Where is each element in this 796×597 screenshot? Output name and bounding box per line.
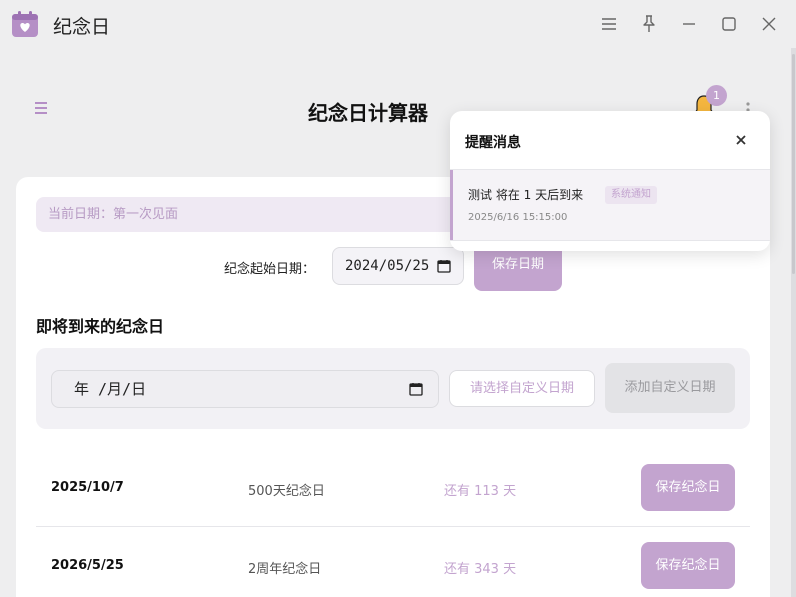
custom-date-value: 年 /月/日 <box>74 380 147 398</box>
notification-time: 2025/6/16 15:15:00 <box>468 212 568 223</box>
anniversary-row: 2026/5/25 2周年纪念日 还有 343 天 保存纪念日 <box>36 527 750 597</box>
close-icon <box>736 135 746 145</box>
save-anniversary-button[interactable]: 保存纪念日 <box>641 542 735 589</box>
pin-icon <box>643 15 655 32</box>
calendar-icon[interactable] <box>409 382 423 396</box>
start-date-input[interactable]: 2024/05/25 <box>332 247 464 285</box>
minimize-icon <box>683 23 695 25</box>
notification-popup: 提醒消息 测试 将在 1 天后到来 系统通知 2025/6/16 15:15:0… <box>450 111 770 251</box>
notification-item[interactable]: 测试 将在 1 天后到来 系统通知 2025/6/16 15:15:00 <box>450 170 770 240</box>
upcoming-title: 即将到来的纪念日 <box>36 317 165 336</box>
scrollbar-thumb[interactable] <box>792 54 795 274</box>
menu-icon <box>602 18 616 30</box>
save-anniversary-button[interactable]: 保存纪念日 <box>641 464 735 511</box>
menu-button[interactable] <box>597 12 621 36</box>
anniversary-name: 2周年纪念日 <box>248 562 322 577</box>
calendar-heart-icon <box>12 11 38 37</box>
notification-tag: 系统通知 <box>605 186 657 204</box>
popup-close-button[interactable] <box>732 131 750 149</box>
notification-badge: 1 <box>706 85 727 106</box>
start-date-value: 2024/05/25 <box>345 258 430 274</box>
anniversary-name: 500天纪念日 <box>248 484 325 499</box>
pin-button[interactable] <box>637 12 661 36</box>
popup-title: 提醒消息 <box>465 135 521 151</box>
maximize-button[interactable] <box>717 12 741 36</box>
custom-date-input[interactable]: 年 /月/日 <box>51 370 439 408</box>
add-custom-date-button[interactable]: 添加自定义日期 <box>605 363 735 413</box>
custom-date-select[interactable]: 请选择自定义日期 <box>449 370 595 407</box>
close-button[interactable] <box>757 12 781 36</box>
anniversary-remaining: 还有 343 天 <box>444 562 517 577</box>
anniversary-row: 2025/10/7 500天纪念日 还有 113 天 保存纪念日 <box>36 449 750 527</box>
anniversary-date: 2026/5/25 <box>51 558 124 573</box>
minimize-button[interactable] <box>677 12 701 36</box>
anniversary-remaining: 还有 113 天 <box>444 484 517 499</box>
calendar-icon[interactable] <box>437 259 451 273</box>
anniversary-date: 2025/10/7 <box>51 480 124 495</box>
title-bar: 纪念日 <box>0 0 796 48</box>
close-icon <box>762 17 776 31</box>
maximize-icon <box>722 17 736 31</box>
start-date-label: 纪念起始日期： <box>224 262 316 277</box>
divider <box>450 240 770 241</box>
notification-text: 测试 将在 1 天后到来 <box>468 188 584 202</box>
app-title: 纪念日 <box>53 16 111 38</box>
